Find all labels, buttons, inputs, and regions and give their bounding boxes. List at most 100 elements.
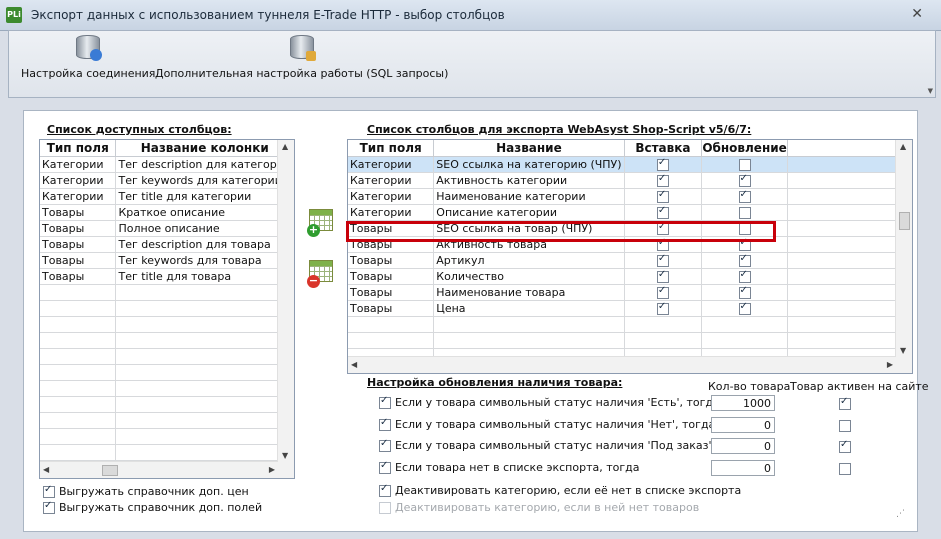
table-row[interactable]: Товары Тег title для товара: [40, 268, 294, 285]
checkbox[interactable]: [379, 460, 391, 474]
insert-checkbox[interactable]: [656, 253, 669, 267]
cell-type: Категории: [348, 188, 435, 205]
deactivate-category-checkbox[interactable]: Деактивировать категорию, если её нет в …: [379, 483, 741, 497]
available-columns-grid[interactable]: Тип поля Название колонки Категории Тег d…: [39, 139, 295, 479]
table-row[interactable]: Товары Краткое описание: [40, 204, 294, 221]
table-row[interactable]: Товары Тег keywords для товара: [40, 252, 294, 269]
scroll-right-icon[interactable]: ▶: [887, 360, 893, 369]
stock-rule-checkbox[interactable]: Если товара нет в списке экспорта, тогда: [379, 460, 639, 474]
cell-type: Товары: [348, 300, 435, 317]
update-checkbox[interactable]: [738, 207, 751, 219]
stock-rule-checkbox[interactable]: Если у товара символьный статус наличия …: [379, 417, 715, 431]
table-row[interactable]: Категории Тег description для категории: [40, 156, 294, 173]
cell-type: Товары: [40, 204, 117, 221]
column-header-type[interactable]: Тип поля: [348, 140, 435, 157]
scroll-left-icon[interactable]: ◀: [351, 360, 357, 369]
table-row-empty: [40, 412, 294, 429]
update-checkbox[interactable]: [738, 269, 751, 283]
update-checkbox[interactable]: [738, 173, 751, 187]
qty-input[interactable]: 0: [711, 417, 775, 433]
scroll-up-icon[interactable]: ▲: [900, 142, 906, 151]
scroll-down-icon[interactable]: ▼: [282, 451, 288, 460]
insert-checkbox[interactable]: [656, 173, 669, 187]
active-on-site-checkbox[interactable]: [839, 439, 851, 453]
insert-checkbox[interactable]: [656, 269, 669, 283]
stock-rule-checkbox[interactable]: Если у товара символьный статус наличия …: [379, 438, 752, 452]
table-row[interactable]: Товары Тег description для товара: [40, 236, 294, 253]
update-checkbox[interactable]: [738, 301, 751, 315]
remove-column-button[interactable]: −: [307, 258, 335, 288]
table-row[interactable]: Товары Артикул: [348, 252, 912, 269]
cell-type: Категории: [40, 188, 117, 205]
cell-name: Тег keywords для категории: [115, 172, 294, 189]
scroll-up-icon[interactable]: ▲: [282, 142, 288, 151]
export-columns-grid[interactable]: Тип поля Название Вставка Обновление Кат…: [347, 139, 913, 374]
table-row[interactable]: Товары Наименование товара: [348, 284, 912, 301]
insert-checkbox[interactable]: [656, 189, 669, 203]
cell-type: Товары: [348, 252, 435, 269]
table-row[interactable]: Категории Тег keywords для категории: [40, 172, 294, 189]
scroll-right-icon[interactable]: ▶: [269, 465, 275, 474]
table-row-empty: [40, 284, 294, 301]
cell-type: Категории: [348, 204, 435, 221]
table-row[interactable]: Категории Активность категории: [348, 172, 912, 189]
insert-checkbox[interactable]: [656, 301, 669, 315]
checkbox[interactable]: [379, 438, 391, 452]
horizontal-scrollbar[interactable]: ◀ ▶: [348, 356, 896, 373]
update-checkbox[interactable]: [738, 189, 751, 203]
table-row[interactable]: Категории SEO ссылка на категорию (ЧПУ): [348, 156, 912, 173]
toolbar-overflow-icon[interactable]: ▼: [928, 87, 933, 95]
active-on-site-checkbox[interactable]: [839, 396, 851, 410]
qty-input[interactable]: 1000: [711, 395, 775, 411]
table-row[interactable]: Товары Количество: [348, 268, 912, 285]
insert-checkbox[interactable]: [656, 285, 669, 299]
resize-grip-icon[interactable]: ⋰: [896, 509, 905, 519]
qty-input[interactable]: 0: [711, 438, 775, 454]
scroll-thumb[interactable]: [102, 465, 118, 476]
table-row-empty: [40, 444, 294, 461]
extra-prices-checkbox[interactable]: Выгружать справочник доп. цен: [43, 484, 249, 498]
table-row[interactable]: Категории Тег title для категории: [40, 188, 294, 205]
active-on-site-checkbox[interactable]: [839, 420, 851, 432]
cell-name: Краткое описание: [115, 204, 294, 221]
table-row[interactable]: Категории Наименование категории: [348, 188, 912, 205]
checkbox[interactable]: [379, 417, 391, 431]
active-column-label: Товар активен на сайте: [790, 380, 929, 393]
active-on-site-checkbox[interactable]: [839, 463, 851, 475]
add-column-button[interactable]: +: [307, 207, 335, 237]
column-header-name[interactable]: Название: [433, 140, 625, 157]
insert-checkbox[interactable]: [656, 205, 669, 219]
close-icon[interactable]: ✕: [911, 6, 923, 22]
table-row[interactable]: Товары Цена: [348, 300, 912, 317]
table-row[interactable]: Товары Полное описание: [40, 220, 294, 237]
checkbox[interactable]: [43, 484, 55, 498]
vertical-scrollbar[interactable]: ▲ ▼: [895, 140, 912, 357]
checkbox[interactable]: [43, 500, 55, 514]
cell-type: Товары: [40, 268, 117, 285]
update-checkbox[interactable]: [738, 285, 751, 299]
column-header-update[interactable]: Обновление: [701, 140, 788, 157]
scroll-left-icon[interactable]: ◀: [43, 465, 49, 474]
vertical-scrollbar[interactable]: ▲ ▼: [277, 140, 294, 462]
column-header-type[interactable]: Тип поля: [40, 140, 117, 157]
connection-settings-button[interactable]: Настройка соединения: [21, 33, 155, 80]
update-checkbox[interactable]: [738, 159, 751, 171]
qty-column-label: Кол-во товара: [708, 380, 791, 393]
table-row-empty: [348, 316, 912, 333]
column-header-name[interactable]: Название колонки: [115, 140, 294, 157]
scroll-thumb[interactable]: [899, 212, 910, 230]
deactivate-empty-category-checkbox: Деактивировать категорию, если в ней нет…: [379, 501, 699, 514]
column-header-insert[interactable]: Вставка: [624, 140, 703, 157]
insert-checkbox[interactable]: [656, 157, 669, 171]
cell-name: Количество: [433, 268, 625, 285]
update-checkbox[interactable]: [738, 253, 751, 267]
horizontal-scrollbar[interactable]: ◀ ▶: [40, 461, 278, 478]
checkbox[interactable]: [379, 395, 391, 409]
sql-settings-button[interactable]: Дополнительная настройка работы (SQL зап…: [155, 33, 448, 80]
checkbox[interactable]: [379, 483, 391, 497]
extra-fields-checkbox[interactable]: Выгружать справочник доп. полей: [43, 500, 262, 514]
stock-rule-checkbox[interactable]: Если у товара символьный статус наличия …: [379, 395, 720, 409]
qty-input[interactable]: 0: [711, 460, 775, 476]
scroll-down-icon[interactable]: ▼: [900, 346, 906, 355]
table-row[interactable]: Категории Описание категории: [348, 204, 912, 221]
